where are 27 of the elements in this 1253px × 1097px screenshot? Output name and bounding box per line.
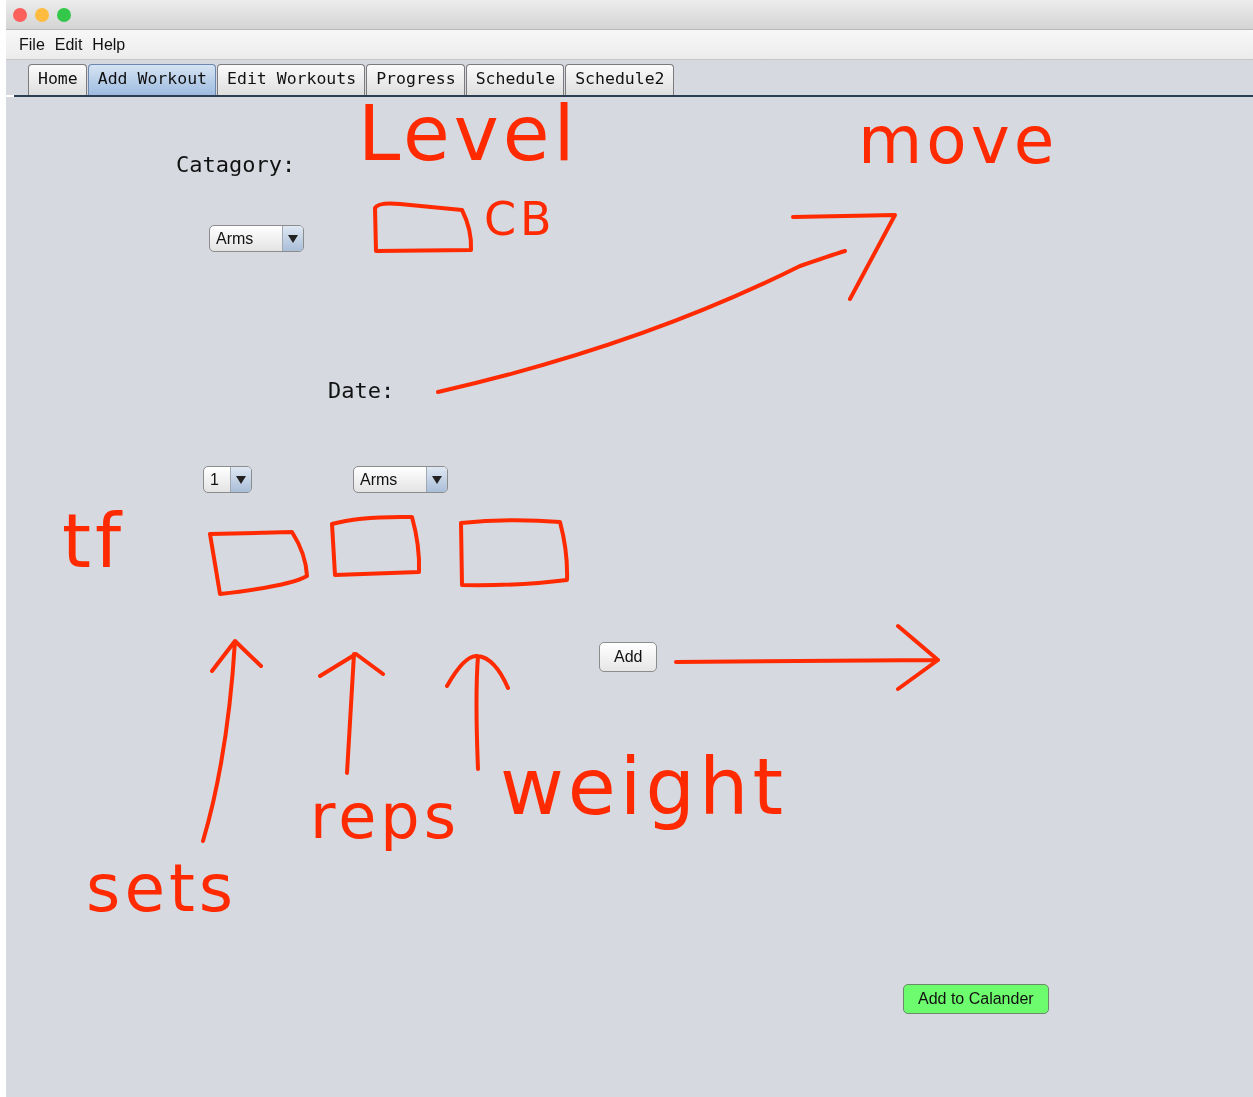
tab[interactable]: Home: [28, 64, 87, 95]
menu-item[interactable]: File: [19, 35, 45, 54]
caret-icon: [432, 475, 442, 484]
handwritten-note: move: [858, 108, 1059, 174]
handwritten-note: sets: [86, 856, 238, 922]
add-button[interactable]: Add: [599, 642, 658, 672]
dropdown[interactable]: Arms: [209, 225, 304, 252]
tab[interactable]: Schedule: [465, 64, 565, 95]
menu-item[interactable]: Edit: [54, 35, 83, 54]
minimize-button[interactable]: [35, 7, 49, 22]
dropdown[interactable]: Arms: [353, 466, 448, 493]
tab[interactable]: Schedule2: [565, 64, 674, 95]
tab[interactable]: Edit Workouts: [217, 64, 366, 95]
menu-item[interactable]: Help: [92, 35, 126, 54]
field-label: Date:: [328, 378, 395, 403]
handwritten-note: tf: [62, 504, 126, 578]
handwritten-note: Level: [358, 97, 579, 172]
tab[interactable]: Progress: [366, 64, 465, 95]
close-button[interactable]: [13, 7, 27, 22]
dropdown[interactable]: 1: [203, 466, 252, 493]
field-label: Catagory:: [176, 152, 296, 177]
add-to-calendar-button[interactable]: Add to Calander: [903, 984, 1049, 1014]
zoom-button[interactable]: [57, 7, 71, 22]
tab[interactable]: Add Workout: [87, 64, 217, 95]
caret-icon: [288, 234, 298, 243]
caret-icon: [236, 475, 246, 484]
handwritten-note: CB: [484, 196, 556, 242]
